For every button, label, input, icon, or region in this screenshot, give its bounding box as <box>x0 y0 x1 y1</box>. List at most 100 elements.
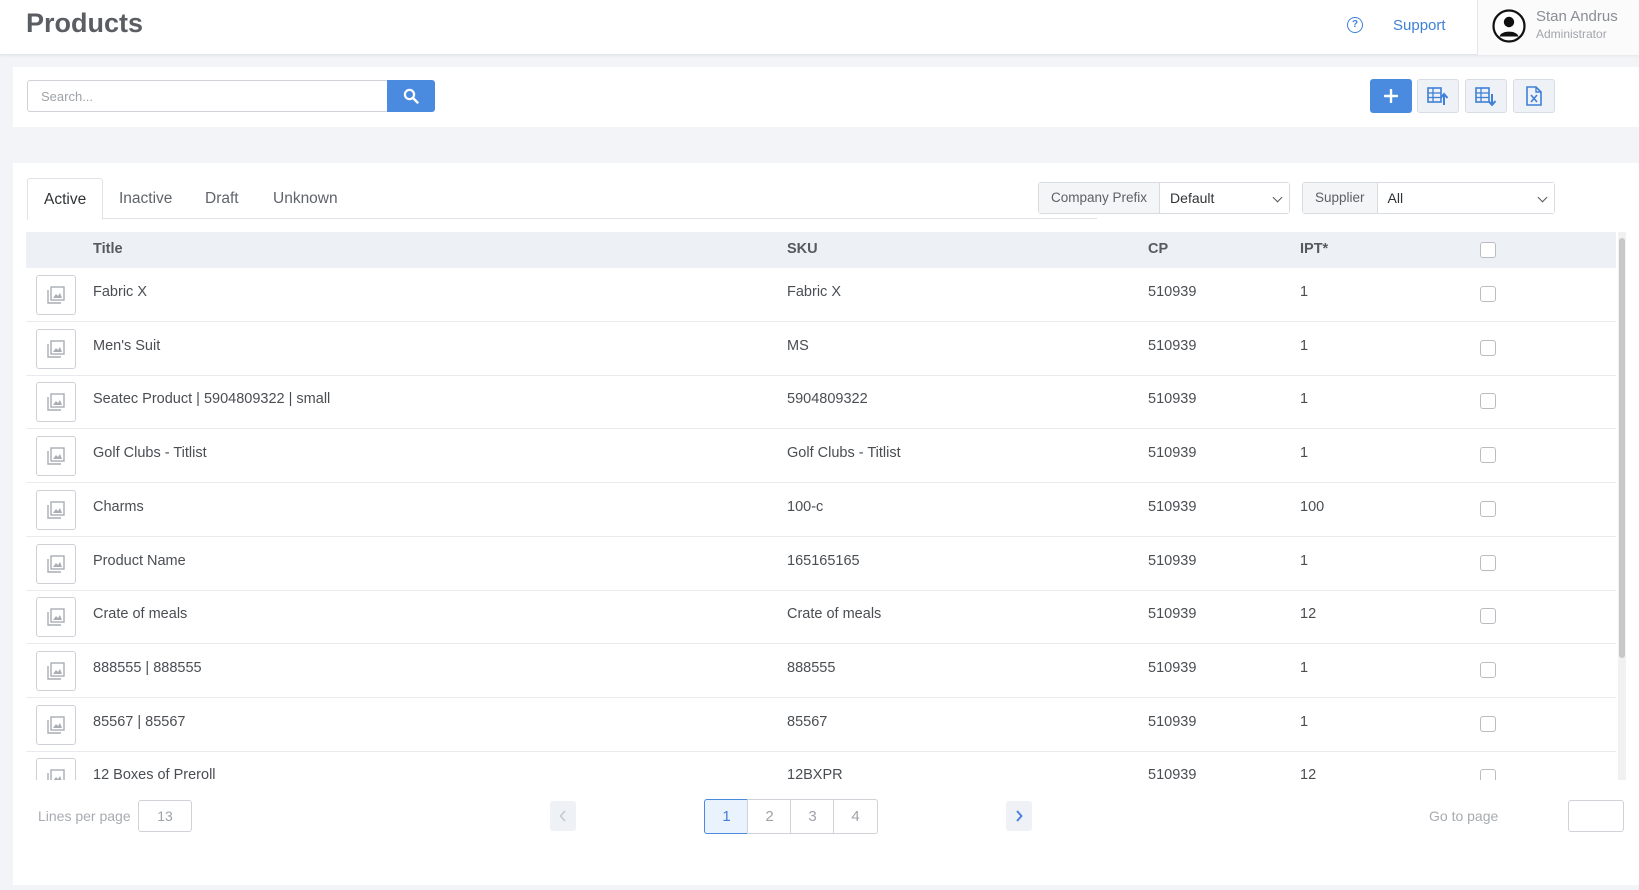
help-icon[interactable]: ? <box>1347 17 1363 33</box>
next-page-button[interactable] <box>1006 801 1032 831</box>
tab-unknown[interactable]: Unknown <box>273 178 338 219</box>
cell-ipt: 100 <box>1300 498 1325 515</box>
page-1-button[interactable]: 1 <box>704 799 749 834</box>
cell-title[interactable]: Crate of meals <box>93 606 187 622</box>
product-thumbnail[interactable] <box>36 650 76 691</box>
row-checkbox[interactable] <box>1480 447 1496 464</box>
table-row[interactable]: 888555 | 888555 888555 510939 1 <box>26 644 1616 698</box>
row-checkbox[interactable] <box>1480 769 1496 780</box>
company-prefix-filter: Company Prefix Default <box>1038 182 1290 214</box>
top-header: Products ? Support Stan Andrus Administr… <box>0 0 1639 55</box>
cell-cp: 510939 <box>1148 337 1197 354</box>
column-ipt[interactable]: IPT* <box>1300 241 1328 257</box>
cell-ipt: 1 <box>1300 284 1309 300</box>
product-thumbnail[interactable] <box>36 758 76 780</box>
scrollbar-thumb[interactable] <box>1619 238 1625 658</box>
user-role: Administrator <box>1536 27 1607 41</box>
product-thumbnail[interactable] <box>36 597 76 638</box>
user-avatar-icon <box>1492 9 1526 43</box>
go-to-page-label: Go to page <box>1429 808 1499 824</box>
table-scrollbar[interactable] <box>1618 232 1626 780</box>
row-checkbox[interactable] <box>1480 393 1496 410</box>
cell-sku: 85567 <box>787 713 828 730</box>
search-button[interactable] <box>387 80 435 112</box>
cell-title[interactable]: Product Name <box>93 553 186 569</box>
cell-sku: 5904809322 <box>787 391 868 408</box>
image-placeholder-icon <box>47 662 65 680</box>
image-placeholder-icon <box>47 286 65 304</box>
select-all-checkbox[interactable] <box>1480 242 1496 258</box>
image-placeholder-icon <box>47 339 65 358</box>
table-row[interactable]: Golf Clubs - Titlist Golf Clubs - Titlist… <box>26 429 1616 484</box>
support-link[interactable]: Support <box>1393 17 1446 34</box>
product-thumbnail[interactable] <box>36 704 76 745</box>
search-input[interactable] <box>27 80 387 112</box>
excel-export-button[interactable] <box>1465 79 1507 113</box>
cell-cp: 510939 <box>1148 284 1197 300</box>
toolbar <box>13 67 1639 127</box>
page-2-button[interactable]: 2 <box>747 799 792 834</box>
table-row[interactable]: Men's Suit MS 510939 1 <box>26 322 1616 376</box>
cell-cp: 510939 <box>1148 767 1197 780</box>
column-cp[interactable]: CP <box>1148 241 1168 257</box>
product-thumbnail[interactable] <box>36 382 76 423</box>
table-row[interactable]: Charms 100-c 510939 100 <box>26 483 1616 537</box>
row-checkbox[interactable] <box>1480 500 1496 517</box>
cell-title[interactable]: Golf Clubs - Titlist <box>93 445 207 461</box>
cell-cp: 510939 <box>1148 391 1197 408</box>
cell-title[interactable]: Fabric X <box>93 284 147 300</box>
row-checkbox[interactable] <box>1480 715 1496 732</box>
cell-title[interactable]: 85567 | 85567 <box>93 714 185 730</box>
tab-inactive[interactable]: Inactive <box>119 178 172 219</box>
page-3-button[interactable]: 3 <box>790 799 835 834</box>
table-row[interactable]: Crate of meals Crate of meals 510939 12 <box>26 590 1616 645</box>
image-placeholder-icon <box>47 393 65 412</box>
product-thumbnail[interactable] <box>36 328 76 369</box>
excel-file-button[interactable] <box>1513 79 1555 113</box>
cell-title[interactable]: Men's Suit <box>93 338 160 354</box>
add-product-button[interactable] <box>1370 79 1412 113</box>
tab-active[interactable]: Active <box>27 178 104 220</box>
supplier-select[interactable]: All <box>1377 183 1554 213</box>
column-title[interactable]: Title <box>93 241 123 257</box>
cell-sku: 12BXPR <box>787 767 843 780</box>
tab-draft[interactable]: Draft <box>205 178 239 219</box>
table-header: Title SKU CP IPT* <box>26 232 1616 268</box>
row-checkbox[interactable] <box>1480 608 1496 625</box>
product-thumbnail[interactable] <box>36 543 76 584</box>
company-prefix-select[interactable]: Default <box>1160 183 1289 213</box>
excel-import-button[interactable] <box>1417 79 1459 113</box>
cell-sku: Fabric X <box>787 284 841 300</box>
table-row[interactable]: Product Name 165165165 510939 1 <box>26 537 1616 591</box>
image-placeholder-icon <box>47 715 65 734</box>
table-row[interactable]: 85567 | 85567 85567 510939 1 <box>26 698 1616 752</box>
prev-page-button[interactable] <box>550 801 576 831</box>
table-row[interactable]: Fabric X Fabric X 510939 1 <box>26 268 1616 322</box>
product-thumbnail[interactable] <box>36 436 76 477</box>
cell-title[interactable]: Seatec Product | 5904809322 | small <box>93 391 330 407</box>
table-row[interactable]: 12 Boxes of Preroll 12BXPR 510939 12 <box>26 751 1616 780</box>
product-thumbnail[interactable] <box>36 489 76 530</box>
row-checkbox[interactable] <box>1480 339 1496 356</box>
image-placeholder-icon <box>47 769 65 780</box>
table-row[interactable]: Seatec Product | 5904809322 | small 59048… <box>26 375 1616 430</box>
cell-title[interactable]: 12 Boxes of Preroll <box>93 767 216 780</box>
product-thumbnail[interactable] <box>36 275 76 315</box>
image-placeholder-icon <box>47 447 65 465</box>
cell-cp: 510939 <box>1148 445 1197 462</box>
page-4-button[interactable]: 4 <box>833 799 878 834</box>
cell-sku: 165165165 <box>787 552 860 569</box>
column-sku[interactable]: SKU <box>787 241 818 257</box>
user-menu[interactable]: Stan Andrus Administrator <box>1477 0 1639 55</box>
row-checkbox[interactable] <box>1480 554 1496 571</box>
row-checkbox[interactable] <box>1480 661 1496 678</box>
row-checkbox[interactable] <box>1480 286 1496 302</box>
cell-title[interactable]: Charms <box>93 499 144 515</box>
image-placeholder-icon <box>47 554 65 573</box>
go-to-page-input[interactable] <box>1568 800 1624 832</box>
cell-cp: 510939 <box>1148 552 1197 569</box>
chevron-down-icon <box>1537 192 1548 203</box>
cell-sku: Golf Clubs - Titlist <box>787 445 901 462</box>
cell-title[interactable]: 888555 | 888555 <box>93 660 202 676</box>
lines-per-page-input[interactable] <box>138 800 192 832</box>
